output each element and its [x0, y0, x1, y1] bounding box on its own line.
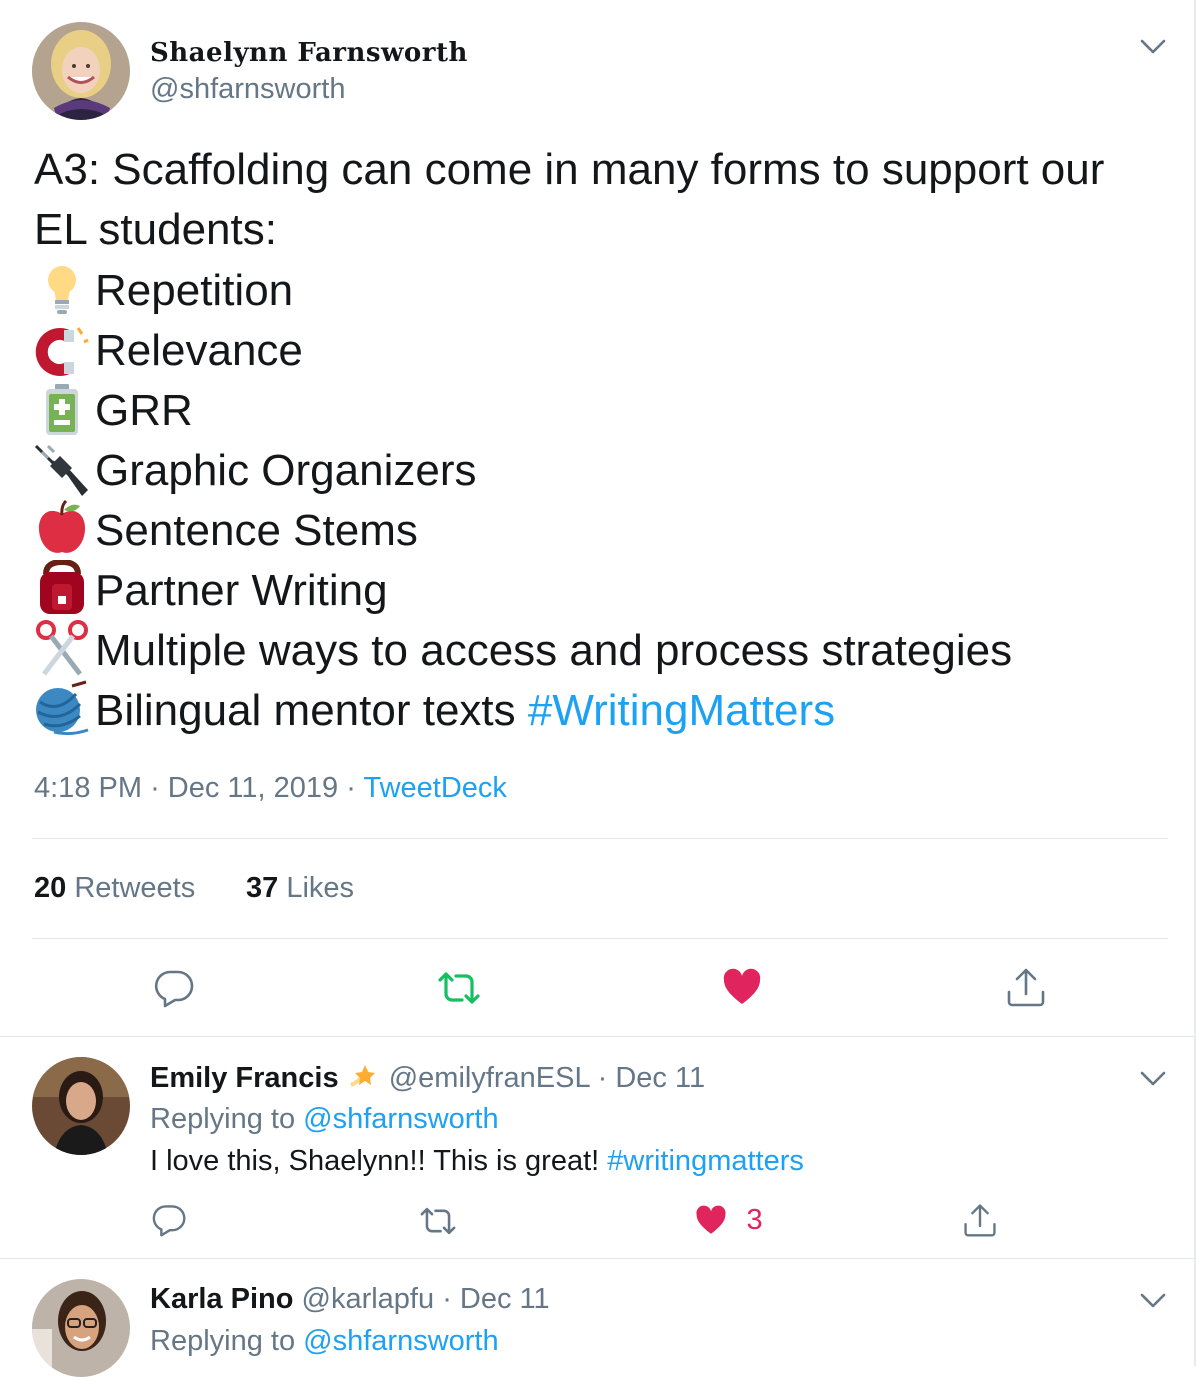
reply-date[interactable]: Dec 11: [460, 1283, 550, 1315]
divider: [32, 838, 1168, 839]
replying-to-label: Replying to: [150, 1325, 296, 1357]
tweet-source-link[interactable]: TweetDeck: [363, 772, 506, 804]
share-button[interactable]: [963, 1202, 997, 1238]
author-avatar[interactable]: [32, 22, 130, 120]
list-item-label: Multiple ways to access and process stra…: [95, 626, 1013, 675]
list-item-label: Graphic Organizers: [95, 446, 477, 495]
retweets-stat[interactable]: 20 Retweets: [34, 872, 195, 905]
meta-separator: ·: [150, 772, 160, 804]
divider: [32, 938, 1168, 939]
reply-avatar[interactable]: [32, 1057, 130, 1155]
meta-separator: ·: [442, 1283, 452, 1315]
list-item-label: Sentence Stems: [95, 506, 418, 555]
light-bulb-icon: [34, 262, 90, 318]
like-button[interactable]: [722, 968, 762, 1008]
tweet-thread-panel: Shaelynn Farnsworth @shfarnsworth A3: Sc…: [0, 0, 1196, 1377]
scissors-icon: [34, 620, 90, 676]
retweet-icon: [438, 972, 480, 1004]
retweets-count: 20: [34, 872, 67, 904]
retweet-button[interactable]: [418, 1204, 458, 1238]
list-item-label: Relevance: [95, 326, 303, 375]
reply-author-handle[interactable]: @emilyfranESL: [389, 1062, 590, 1094]
yarn-icon: [34, 680, 90, 736]
tweet-meta: 4:18 PM · Dec 11, 2019 · TweetDeck: [34, 772, 507, 805]
reply-button[interactable]: [152, 1203, 186, 1237]
replying-to-link[interactable]: @shfarnsworth: [303, 1325, 498, 1357]
tweet-text-line-1: A3: Scaffolding can come in many forms t…: [34, 145, 1105, 194]
reply-button[interactable]: [154, 968, 194, 1008]
author-handle[interactable]: @shfarnsworth: [150, 73, 345, 106]
reply-avatar[interactable]: [32, 1279, 130, 1377]
divider: [0, 1036, 1194, 1037]
meta-separator: ·: [346, 772, 356, 804]
tweet-time[interactable]: 4:18 PM: [34, 772, 142, 804]
backpack-icon: [34, 558, 90, 616]
reply-author-name[interactable]: Karla Pino: [150, 1283, 293, 1315]
meta-separator: ·: [597, 1062, 608, 1094]
chevron-down-icon[interactable]: [1140, 1292, 1166, 1315]
reply-text-body: I love this, Shaelynn!! This is great!: [150, 1145, 600, 1177]
like-count: 3: [746, 1204, 763, 1236]
reply-header: Karla Pino @karlapfu · Dec 11: [150, 1283, 550, 1316]
hashtag-link[interactable]: #WritingMatters: [528, 686, 835, 735]
author-name[interactable]: Shaelynn Farnsworth: [150, 38, 468, 68]
tweet-date[interactable]: Dec 11, 2019: [168, 772, 338, 804]
shooting-star-icon: [347, 1061, 381, 1099]
retweet-button[interactable]: [436, 968, 482, 1008]
replying-to-label: Replying to: [150, 1103, 296, 1135]
replying-to: Replying to @shfarnsworth: [150, 1103, 499, 1136]
divider: [0, 1258, 1194, 1259]
chevron-down-icon[interactable]: [1140, 1070, 1166, 1093]
hashtag-link[interactable]: #writingmatters: [607, 1145, 804, 1177]
reply-date[interactable]: Dec 11: [615, 1062, 705, 1094]
apple-icon: [34, 499, 90, 556]
share-button[interactable]: [1006, 966, 1046, 1008]
reply-icon: [152, 1205, 186, 1237]
reply-author-handle[interactable]: @karlapfu: [302, 1283, 435, 1315]
likes-stat[interactable]: 37 Likes: [246, 872, 354, 905]
plug-icon: [34, 442, 90, 498]
reply-author-name[interactable]: Emily Francis: [150, 1062, 339, 1094]
replying-to: Replying to @shfarnsworth: [150, 1325, 499, 1358]
like-button[interactable]: 3: [694, 1204, 763, 1237]
list-item-label: Bilingual mentor texts #WritingMatters: [95, 681, 835, 741]
chevron-down-icon[interactable]: [1140, 38, 1166, 61]
magnet-icon: [34, 322, 90, 378]
retweet-icon: [420, 1207, 456, 1235]
tweet-text-line-2: EL students:: [34, 205, 277, 254]
likes-label: Likes: [286, 872, 355, 904]
share-icon: [964, 1204, 996, 1237]
reply-text: I love this, Shaelynn!! This is great! #…: [150, 1145, 804, 1178]
replying-to-link[interactable]: @shfarnsworth: [303, 1103, 498, 1135]
list-item-label-text: Bilingual mentor texts: [95, 686, 516, 735]
battery-icon: [34, 382, 90, 438]
reply-header: Emily Francis @emilyfranESL · Dec 11: [150, 1061, 705, 1099]
list-item-label: GRR: [95, 386, 193, 435]
retweets-label: Retweets: [74, 872, 196, 904]
heart-icon: [696, 1205, 726, 1234]
reply-icon: [154, 970, 194, 1008]
heart-icon: [723, 968, 761, 1004]
likes-count: 37: [246, 872, 279, 904]
list-item-label: Partner Writing: [95, 566, 388, 615]
list-item-label: Repetition: [95, 266, 294, 315]
share-icon: [1007, 968, 1045, 1007]
